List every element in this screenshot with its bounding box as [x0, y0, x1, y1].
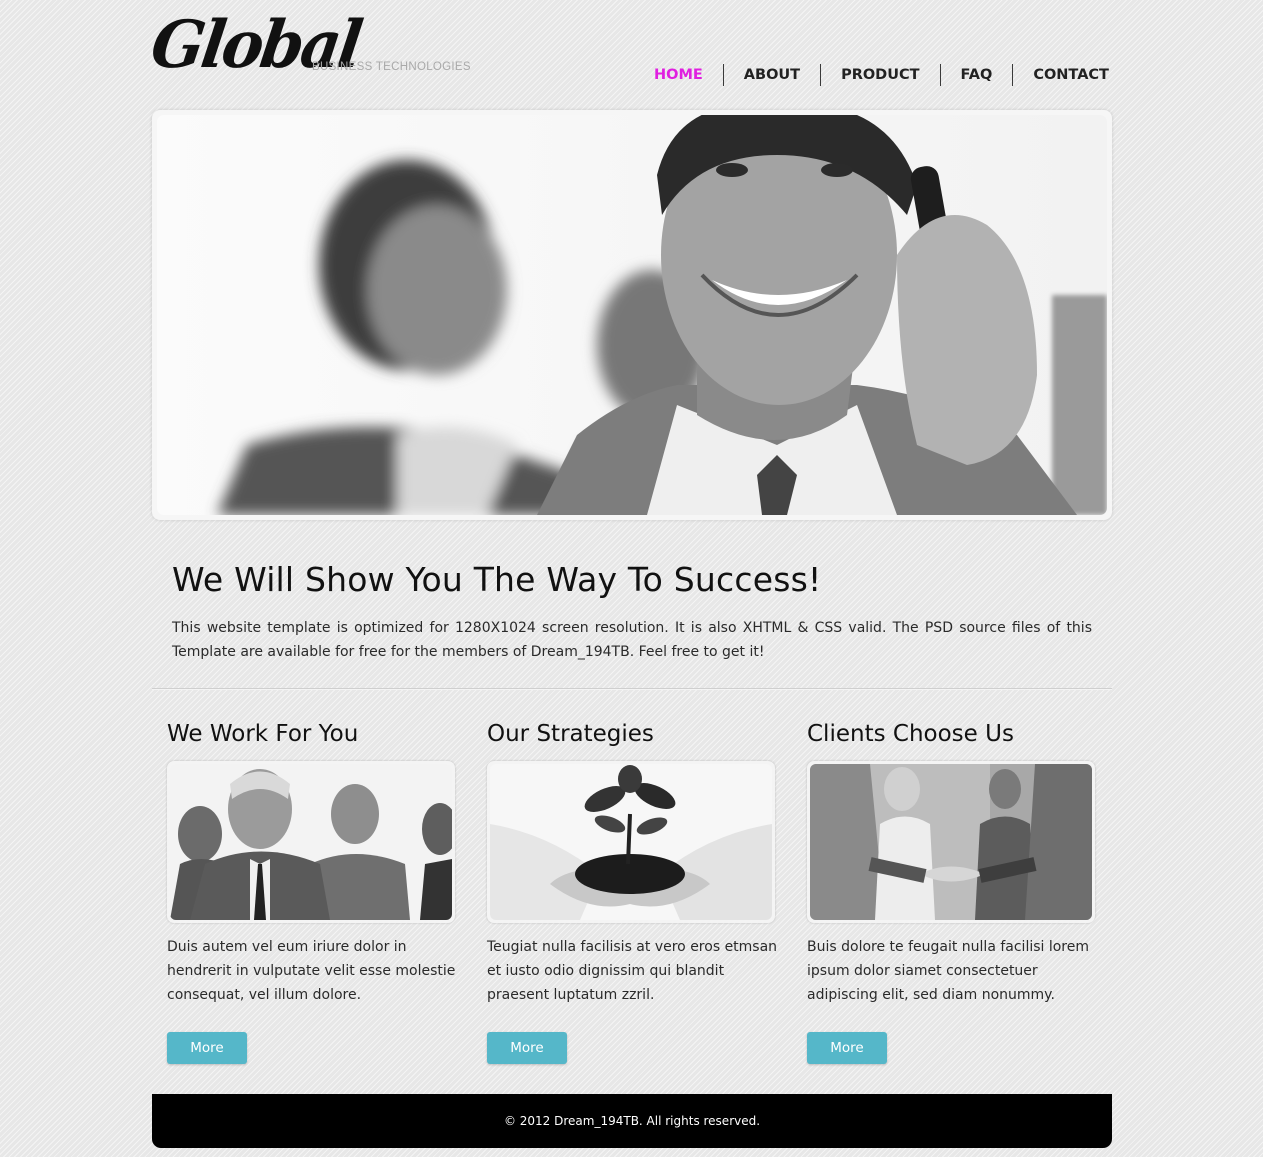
hero-banner	[152, 110, 1112, 520]
feature-title: Our Strategies	[487, 721, 654, 747]
plant-in-hands-photo-icon	[490, 764, 772, 920]
more-button[interactable]: More	[807, 1032, 887, 1064]
section-divider	[152, 688, 1112, 690]
logo-tagline: BUSINESS TECHNOLOGIES	[312, 61, 471, 73]
logo[interactable]: Global BUSINESS TECHNOLOGIES	[147, 6, 482, 90]
feature-thumbnail	[807, 761, 1095, 923]
feature-thumbnail	[167, 761, 455, 923]
footer-copyright: © 2012 Dream_194TB. All rights reserved.	[503, 1114, 761, 1128]
feature-column-2: Our Strategies Teugiat nulla facilisis a…	[487, 716, 787, 1064]
footer: © 2012 Dream_194TB. All rights reserved.	[152, 1094, 1112, 1148]
nav-home[interactable]: HOME	[636, 64, 723, 86]
business-team-photo-icon	[170, 764, 452, 920]
feature-title: We Work For You	[167, 721, 359, 747]
feature-column-1: We Work For You Duis autem vel eum iriur…	[167, 716, 467, 1064]
main-nav: HOME ABOUT PRODUCT FAQ CONTACT	[636, 64, 1129, 86]
feature-text: Buis dolore te feugait nulla facilisi lo…	[807, 939, 1090, 1003]
hero-photo	[157, 115, 1107, 515]
feature-title: Clients Choose Us	[807, 721, 1014, 747]
more-button[interactable]: More	[167, 1032, 247, 1064]
intro-text: This website template is optimized for 1…	[172, 620, 1092, 660]
nav-product[interactable]: PRODUCT	[820, 64, 939, 86]
feature-column-3: Clients Choose Us Buis dolore te feugait…	[807, 716, 1107, 1064]
feature-text: Duis autem vel eum iriure dolor in hendr…	[167, 939, 456, 1003]
handshake-photo-icon	[810, 764, 1092, 920]
more-button[interactable]: More	[487, 1032, 567, 1064]
feature-thumbnail	[487, 761, 775, 923]
nav-contact[interactable]: CONTACT	[1012, 64, 1129, 86]
nav-about[interactable]: ABOUT	[722, 64, 820, 86]
nav-faq[interactable]: FAQ	[939, 64, 1013, 86]
feature-text: Teugiat nulla facilisis at vero eros etm…	[487, 939, 778, 1003]
intro-title: We Will Show You The Way To Success!	[172, 560, 822, 599]
